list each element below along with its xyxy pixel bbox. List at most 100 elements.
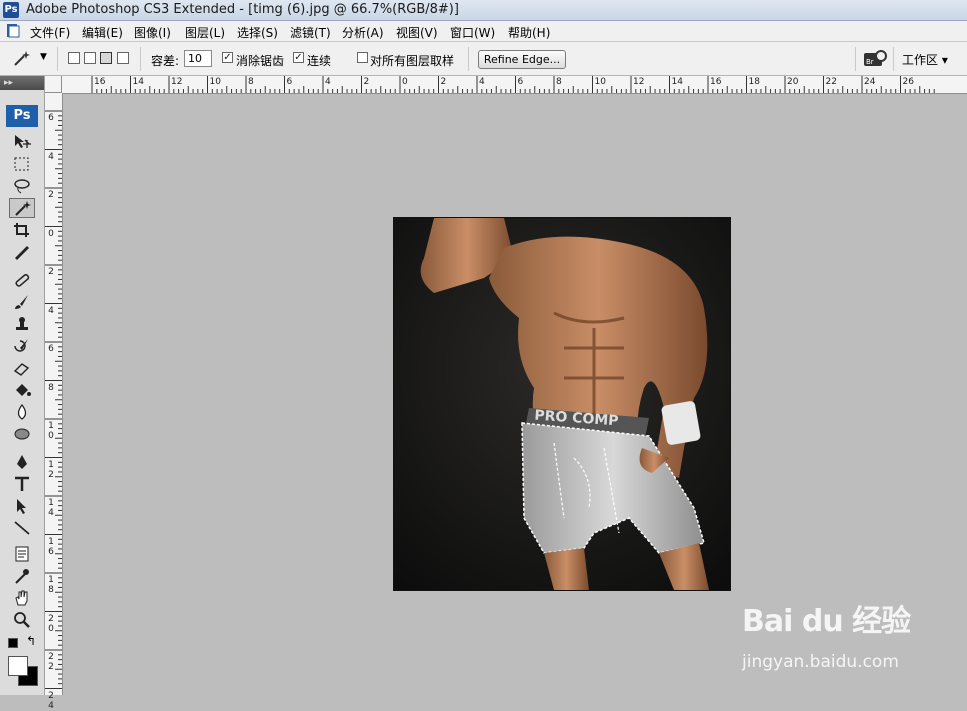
vertical-ruler-label: 6	[48, 344, 54, 354]
horizontal-ruler-label: 18	[748, 77, 760, 87]
photo-fitness-model: PRO COMP	[394, 218, 730, 590]
vertical-ruler-label: 16	[48, 536, 54, 557]
horizontal-ruler-label: 12	[171, 77, 183, 87]
contiguous-label: 连续	[307, 54, 332, 68]
svg-text:Br: Br	[866, 58, 874, 66]
line-tool-icon[interactable]	[9, 518, 35, 538]
vertical-ruler-label: 6	[48, 113, 54, 123]
paint-bucket-tool-icon[interactable]	[9, 380, 35, 400]
horizontal-ruler-label: 6	[286, 77, 293, 87]
menu-window[interactable]: 窗口(W)	[450, 24, 495, 41]
menu-analysis[interactable]: 分析(A)	[342, 24, 384, 41]
blur-tool-icon[interactable]	[9, 402, 35, 422]
crop-tool-icon[interactable]	[9, 220, 35, 240]
dodge-tool-icon[interactable]	[9, 424, 35, 444]
document-image[interactable]: PRO COMP	[393, 217, 731, 591]
horizontal-ruler-label: 16	[710, 77, 722, 87]
default-colors-icon[interactable]	[8, 638, 18, 648]
menu-edit[interactable]: 编辑(E)	[82, 24, 123, 41]
workspace-menu-button[interactable]: 工作区 ▾	[902, 51, 948, 68]
document-menu-icon[interactable]	[6, 23, 20, 38]
toolbox-ps-logo[interactable]: Ps	[6, 105, 38, 127]
horizontal-ruler-label: 4	[325, 77, 331, 87]
horizontal-ruler-label: 14	[132, 77, 144, 87]
slice-tool-icon[interactable]	[9, 242, 35, 262]
new-selection-mode-button[interactable]	[68, 52, 80, 64]
sample-all-layers-checkbox[interactable]	[357, 52, 368, 63]
path-selection-tool-icon[interactable]	[9, 496, 35, 516]
tool-preset-dropdown-arrow-icon[interactable]: ▼	[40, 52, 47, 62]
toolbox-collapse-grip[interactable]: ▸▸	[0, 76, 44, 90]
marquee-tool-icon[interactable]	[9, 154, 35, 174]
options-separator	[57, 47, 58, 71]
menu-filter[interactable]: 滤镜(T)	[290, 24, 331, 41]
swap-colors-icon[interactable]: ↰	[26, 634, 36, 648]
refine-edge-button[interactable]: Refine Edge...	[478, 50, 566, 69]
notes-tool-icon[interactable]	[9, 544, 35, 564]
vertical-ruler-label: 10	[48, 421, 54, 441]
baidu-jingyan-watermark-logo: Bai du 经验	[742, 604, 911, 639]
anti-alias-checkbox[interactable]: ✓	[222, 52, 233, 63]
sample-all-layers-label: 对所有图层取样	[370, 54, 455, 68]
vertical-ruler-label: 22	[48, 652, 54, 672]
menu-bar: 文件(F) 编辑(E) 图像(I) 图层(L) 选择(S) 滤镜(T) 分析(A…	[0, 21, 967, 42]
horizontal-ruler-label: 20	[787, 77, 799, 87]
toolbox-panel: ▸▸ Ps ↰	[0, 76, 45, 695]
pen-tool-icon[interactable]	[9, 452, 35, 472]
hand-tool-icon[interactable]	[9, 588, 35, 608]
options-separator	[140, 47, 141, 71]
healing-brush-tool-icon[interactable]	[9, 270, 35, 290]
vertical-ruler-label: 18	[48, 575, 54, 595]
zoom-tool-icon[interactable]	[9, 610, 35, 630]
photoshop-app-icon: Ps	[3, 2, 19, 18]
horizontal-ruler-label: 6	[517, 77, 524, 87]
options-separator	[893, 47, 894, 71]
baidu-jingyan-watermark-url: jingyan.baidu.com	[742, 652, 899, 672]
eyedropper-tool-icon[interactable]	[9, 566, 35, 586]
horizontal-ruler-label: 14	[671, 77, 683, 87]
brush-tool-icon[interactable]	[9, 292, 35, 312]
vertical-ruler-label: 12	[48, 459, 54, 480]
add-to-selection-mode-button[interactable]	[84, 52, 96, 64]
menu-select[interactable]: 选择(S)	[237, 24, 278, 41]
options-separator	[468, 47, 469, 71]
bridge-icon[interactable]: Br	[862, 49, 888, 69]
horizontal-ruler-label: 8	[248, 77, 254, 87]
foreground-color-swatch[interactable]	[8, 656, 28, 676]
vertical-ruler-label: 14	[48, 498, 54, 518]
tolerance-input[interactable]: 10	[184, 50, 212, 67]
menu-help[interactable]: 帮助(H)	[508, 24, 550, 41]
contiguous-checkbox[interactable]: ✓	[293, 52, 304, 63]
eraser-tool-icon[interactable]	[9, 358, 35, 378]
type-tool-icon[interactable]	[9, 474, 35, 494]
ruler-origin[interactable]	[45, 76, 62, 93]
lasso-tool-icon[interactable]	[9, 176, 35, 196]
tool-preset-magic-wand-icon[interactable]	[11, 49, 33, 69]
horizontal-ruler-label: 26	[902, 77, 914, 87]
vertical-ruler-label: 0	[48, 228, 54, 239]
magic-wand-tool-icon[interactable]	[9, 198, 35, 218]
vertical-ruler-label: 20	[48, 613, 54, 634]
horizontal-ruler-label: 10	[594, 77, 606, 87]
vertical-ruler-label: 2	[48, 190, 54, 200]
window-title: Adobe Photoshop CS3 Extended - [timg (6)…	[26, 2, 459, 17]
subtract-from-selection-mode-button[interactable]	[100, 52, 112, 64]
options-separator	[855, 47, 856, 71]
horizontal-ruler-label: 10	[209, 77, 221, 87]
menu-image[interactable]: 图像(I)	[134, 24, 171, 41]
title-bar: Ps Adobe Photoshop CS3 Extended - [timg …	[0, 0, 967, 21]
vertical-ruler[interactable]: 642024681012141618202224	[45, 93, 63, 711]
intersect-selection-mode-button[interactable]	[117, 52, 129, 64]
clone-stamp-tool-icon[interactable]	[9, 314, 35, 334]
horizontal-ruler-label: 22	[825, 77, 837, 87]
horizontal-ruler[interactable]: 16 14 12 10 8 6 4 2 0 2 4 6 8 10 12 14 16 18 20 22 24 26	[45, 76, 967, 94]
anti-alias-label: 消除锯齿	[236, 54, 285, 68]
vertical-ruler-label: 8	[48, 382, 54, 393]
menu-view[interactable]: 视图(V)	[396, 24, 438, 41]
tolerance-label: 容差:	[151, 54, 180, 68]
history-brush-tool-icon[interactable]	[9, 336, 35, 356]
menu-layer[interactable]: 图层(L)	[185, 24, 225, 41]
horizontal-ruler-label: 2	[440, 77, 447, 87]
move-tool-icon[interactable]	[9, 132, 35, 152]
menu-file[interactable]: 文件(F)	[30, 24, 70, 41]
